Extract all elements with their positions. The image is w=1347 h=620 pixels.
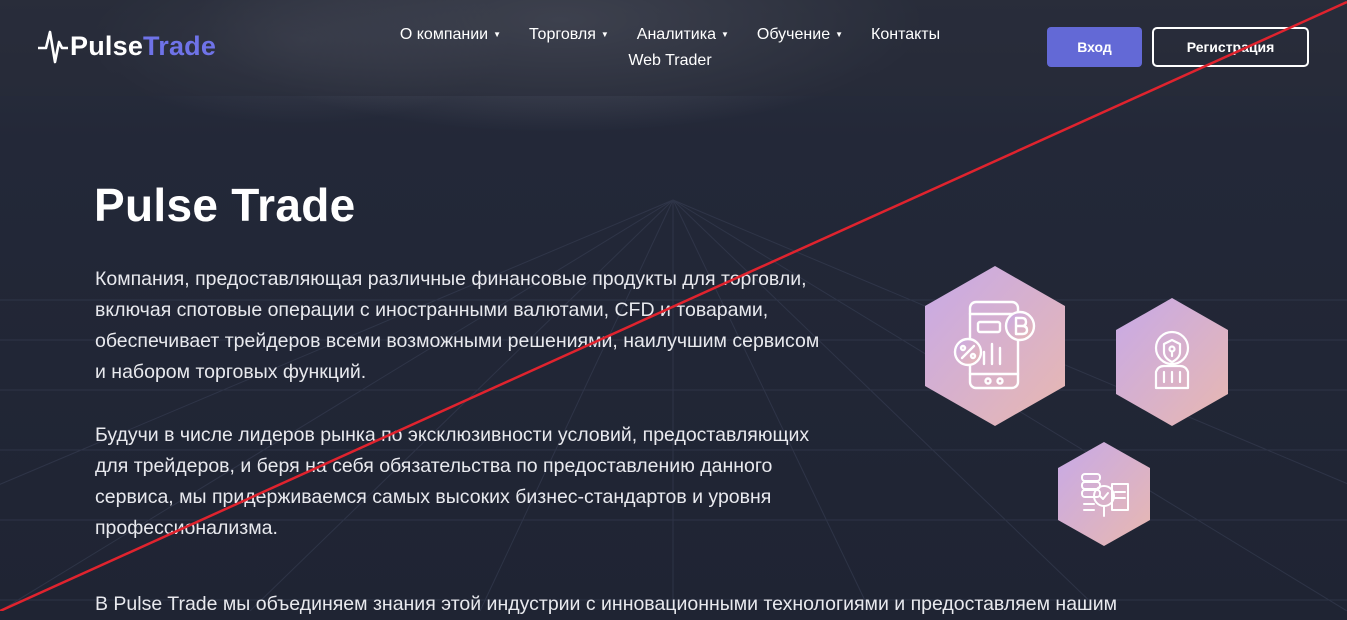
caret-down-icon: ▼: [721, 30, 729, 39]
nav-item-label: Обучение: [756, 26, 831, 43]
logo-word-trade: Trade: [143, 30, 217, 61]
nav-item-label: Web Trader: [628, 52, 712, 69]
nav-item-analytics[interactable]: Аналитика ▼: [637, 26, 729, 44]
site-header: Pulse Trade О компании ▼ Торговля ▼ Анал…: [0, 0, 1347, 96]
logo-word-pulse: Pulse: [70, 30, 144, 61]
nav-item-education[interactable]: Обучение ▼: [757, 26, 843, 44]
caret-down-icon: ▼: [835, 30, 844, 39]
nav-item-about[interactable]: О компании ▼: [400, 26, 501, 44]
innovation-paragraph: В Pulse Trade мы объединяем знания этой …: [95, 593, 1117, 615]
nav-item-label: Торговля: [529, 26, 596, 43]
login-button[interactable]: Вход: [1047, 27, 1142, 67]
main-navigation: О компании ▼ Торговля ▼ Аналитика ▼ Обуч…: [380, 22, 960, 74]
nav-item-web-trader[interactable]: Web Trader: [628, 52, 711, 70]
leadership-paragraph: Будучи в числе лидеров рынка по эксклюзи…: [95, 424, 810, 539]
pulse-logo-icon: [38, 30, 68, 64]
mobile-trading-icon: [925, 266, 1065, 426]
caret-down-icon: ▼: [600, 30, 609, 39]
page-title: Pulse Trade: [94, 179, 356, 231]
nav-item-label: Аналитика: [636, 26, 716, 43]
nav-item-label: Контакты: [871, 26, 941, 43]
analysis-docs-icon: [1058, 442, 1150, 546]
nav-item-contacts[interactable]: Контакты: [871, 26, 940, 44]
security-shield-icon: [1116, 298, 1228, 426]
caret-down-icon: ▼: [493, 30, 502, 39]
brand-logo[interactable]: Pulse Trade: [38, 26, 216, 66]
nav-item-label: О компании: [399, 26, 489, 43]
register-button[interactable]: Регистрация: [1152, 27, 1309, 67]
nav-item-trading[interactable]: Торговля ▼: [529, 26, 609, 44]
intro-paragraph: Компания, предоставляющая различные фина…: [95, 268, 820, 383]
